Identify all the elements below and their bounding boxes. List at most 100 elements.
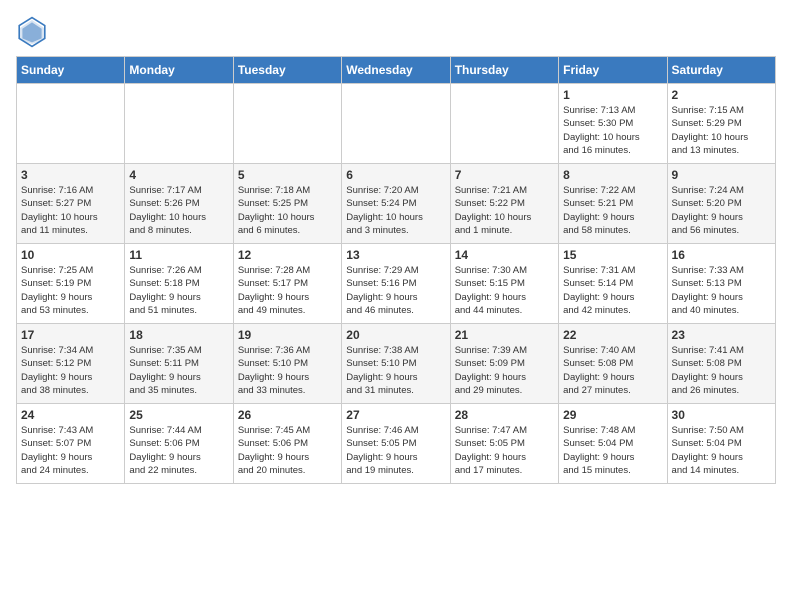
calendar-week-row: 17 Sunrise: 7:34 AM Sunset: 5:12 PM Dayli…	[17, 324, 776, 404]
calendar-cell: 14 Sunrise: 7:30 AM Sunset: 5:15 PM Dayli…	[450, 244, 558, 324]
day-number: 28	[455, 408, 554, 422]
day-number: 13	[346, 248, 445, 262]
calendar-cell: 17 Sunrise: 7:34 AM Sunset: 5:12 PM Dayli…	[17, 324, 125, 404]
header-row: SundayMondayTuesdayWednesdayThursdayFrid…	[17, 57, 776, 84]
calendar-cell: 24 Sunrise: 7:43 AM Sunset: 5:07 PM Dayli…	[17, 404, 125, 484]
calendar-cell: 9Sunrise: 7:24 AM Sunset: 5:20 PM Daylig…	[667, 164, 775, 244]
calendar-week-row: 3Sunrise: 7:16 AM Sunset: 5:27 PM Daylig…	[17, 164, 776, 244]
calendar-cell	[450, 84, 558, 164]
day-info: Sunrise: 7:18 AM Sunset: 5:25 PM Dayligh…	[238, 184, 337, 237]
day-number: 23	[672, 328, 771, 342]
logo-icon	[16, 16, 48, 48]
day-info: Sunrise: 7:20 AM Sunset: 5:24 PM Dayligh…	[346, 184, 445, 237]
day-info: Sunrise: 7:46 AM Sunset: 5:05 PM Dayligh…	[346, 424, 445, 477]
day-number: 30	[672, 408, 771, 422]
day-number: 24	[21, 408, 120, 422]
day-number: 16	[672, 248, 771, 262]
day-number: 19	[238, 328, 337, 342]
day-info: Sunrise: 7:44 AM Sunset: 5:06 PM Dayligh…	[129, 424, 228, 477]
day-number: 17	[21, 328, 120, 342]
calendar-header: SundayMondayTuesdayWednesdayThursdayFrid…	[17, 57, 776, 84]
weekday-header: Thursday	[450, 57, 558, 84]
weekday-header: Monday	[125, 57, 233, 84]
day-number: 14	[455, 248, 554, 262]
calendar-cell	[342, 84, 450, 164]
day-info: Sunrise: 7:38 AM Sunset: 5:10 PM Dayligh…	[346, 344, 445, 397]
day-number: 4	[129, 168, 228, 182]
day-info: Sunrise: 7:34 AM Sunset: 5:12 PM Dayligh…	[21, 344, 120, 397]
calendar-body: 1Sunrise: 7:13 AM Sunset: 5:30 PM Daylig…	[17, 84, 776, 484]
calendar-week-row: 10Sunrise: 7:25 AM Sunset: 5:19 PM Dayli…	[17, 244, 776, 324]
day-info: Sunrise: 7:48 AM Sunset: 5:04 PM Dayligh…	[563, 424, 662, 477]
day-number: 12	[238, 248, 337, 262]
calendar-cell: 6 Sunrise: 7:20 AM Sunset: 5:24 PM Daylig…	[342, 164, 450, 244]
day-number: 27	[346, 408, 445, 422]
day-number: 26	[238, 408, 337, 422]
day-info: Sunrise: 7:47 AM Sunset: 5:05 PM Dayligh…	[455, 424, 554, 477]
calendar-cell: 23Sunrise: 7:41 AM Sunset: 5:08 PM Dayli…	[667, 324, 775, 404]
calendar-cell	[17, 84, 125, 164]
calendar-week-row: 24 Sunrise: 7:43 AM Sunset: 5:07 PM Dayli…	[17, 404, 776, 484]
day-number: 25	[129, 408, 228, 422]
day-info: Sunrise: 7:28 AM Sunset: 5:17 PM Dayligh…	[238, 264, 337, 317]
day-info: Sunrise: 7:43 AM Sunset: 5:07 PM Dayligh…	[21, 424, 120, 477]
day-info: Sunrise: 7:17 AM Sunset: 5:26 PM Dayligh…	[129, 184, 228, 237]
day-info: Sunrise: 7:31 AM Sunset: 5:14 PM Dayligh…	[563, 264, 662, 317]
calendar-cell: 15 Sunrise: 7:31 AM Sunset: 5:14 PM Dayli…	[559, 244, 667, 324]
calendar-cell: 18 Sunrise: 7:35 AM Sunset: 5:11 PM Dayli…	[125, 324, 233, 404]
day-info: Sunrise: 7:13 AM Sunset: 5:30 PM Dayligh…	[563, 104, 662, 157]
day-info: Sunrise: 7:36 AM Sunset: 5:10 PM Dayligh…	[238, 344, 337, 397]
calendar-cell: 1Sunrise: 7:13 AM Sunset: 5:30 PM Daylig…	[559, 84, 667, 164]
calendar-cell: 2 Sunrise: 7:15 AM Sunset: 5:29 PM Daylig…	[667, 84, 775, 164]
day-number: 2	[672, 88, 771, 102]
day-number: 21	[455, 328, 554, 342]
calendar-cell: 7 Sunrise: 7:21 AM Sunset: 5:22 PM Daylig…	[450, 164, 558, 244]
day-info: Sunrise: 7:50 AM Sunset: 5:04 PM Dayligh…	[672, 424, 771, 477]
day-info: Sunrise: 7:25 AM Sunset: 5:19 PM Dayligh…	[21, 264, 120, 317]
calendar-cell: 28 Sunrise: 7:47 AM Sunset: 5:05 PM Dayli…	[450, 404, 558, 484]
calendar-cell: 13Sunrise: 7:29 AM Sunset: 5:16 PM Dayli…	[342, 244, 450, 324]
calendar-cell	[233, 84, 341, 164]
day-number: 20	[346, 328, 445, 342]
calendar-cell: 3Sunrise: 7:16 AM Sunset: 5:27 PM Daylig…	[17, 164, 125, 244]
day-number: 7	[455, 168, 554, 182]
day-number: 5	[238, 168, 337, 182]
calendar-cell	[125, 84, 233, 164]
calendar-cell: 27 Sunrise: 7:46 AM Sunset: 5:05 PM Dayli…	[342, 404, 450, 484]
day-info: Sunrise: 7:26 AM Sunset: 5:18 PM Dayligh…	[129, 264, 228, 317]
day-number: 8	[563, 168, 662, 182]
day-info: Sunrise: 7:22 AM Sunset: 5:21 PM Dayligh…	[563, 184, 662, 237]
calendar-week-row: 1Sunrise: 7:13 AM Sunset: 5:30 PM Daylig…	[17, 84, 776, 164]
day-info: Sunrise: 7:24 AM Sunset: 5:20 PM Dayligh…	[672, 184, 771, 237]
day-number: 15	[563, 248, 662, 262]
calendar-cell: 16 Sunrise: 7:33 AM Sunset: 5:13 PM Dayli…	[667, 244, 775, 324]
weekday-header: Saturday	[667, 57, 775, 84]
calendar-cell: 11 Sunrise: 7:26 AM Sunset: 5:18 PM Dayli…	[125, 244, 233, 324]
day-info: Sunrise: 7:16 AM Sunset: 5:27 PM Dayligh…	[21, 184, 120, 237]
logo	[16, 16, 52, 48]
calendar-cell: 19 Sunrise: 7:36 AM Sunset: 5:10 PM Dayli…	[233, 324, 341, 404]
calendar-cell: 25 Sunrise: 7:44 AM Sunset: 5:06 PM Dayli…	[125, 404, 233, 484]
day-info: Sunrise: 7:30 AM Sunset: 5:15 PM Dayligh…	[455, 264, 554, 317]
calendar-cell: 20 Sunrise: 7:38 AM Sunset: 5:10 PM Dayli…	[342, 324, 450, 404]
day-number: 18	[129, 328, 228, 342]
weekday-header: Tuesday	[233, 57, 341, 84]
day-info: Sunrise: 7:35 AM Sunset: 5:11 PM Dayligh…	[129, 344, 228, 397]
day-info: Sunrise: 7:15 AM Sunset: 5:29 PM Dayligh…	[672, 104, 771, 157]
calendar-cell: 29 Sunrise: 7:48 AM Sunset: 5:04 PM Dayli…	[559, 404, 667, 484]
day-info: Sunrise: 7:39 AM Sunset: 5:09 PM Dayligh…	[455, 344, 554, 397]
calendar-cell: 21 Sunrise: 7:39 AM Sunset: 5:09 PM Dayli…	[450, 324, 558, 404]
weekday-header: Sunday	[17, 57, 125, 84]
calendar-cell: 10Sunrise: 7:25 AM Sunset: 5:19 PM Dayli…	[17, 244, 125, 324]
calendar-cell: 5 Sunrise: 7:18 AM Sunset: 5:25 PM Daylig…	[233, 164, 341, 244]
calendar-cell: 22Sunrise: 7:40 AM Sunset: 5:08 PM Dayli…	[559, 324, 667, 404]
day-info: Sunrise: 7:33 AM Sunset: 5:13 PM Dayligh…	[672, 264, 771, 317]
calendar-cell: 4 Sunrise: 7:17 AM Sunset: 5:26 PM Daylig…	[125, 164, 233, 244]
day-info: Sunrise: 7:40 AM Sunset: 5:08 PM Dayligh…	[563, 344, 662, 397]
calendar-cell: 12 Sunrise: 7:28 AM Sunset: 5:17 PM Dayli…	[233, 244, 341, 324]
day-info: Sunrise: 7:21 AM Sunset: 5:22 PM Dayligh…	[455, 184, 554, 237]
day-number: 11	[129, 248, 228, 262]
calendar-cell: 8 Sunrise: 7:22 AM Sunset: 5:21 PM Daylig…	[559, 164, 667, 244]
day-number: 6	[346, 168, 445, 182]
day-number: 29	[563, 408, 662, 422]
